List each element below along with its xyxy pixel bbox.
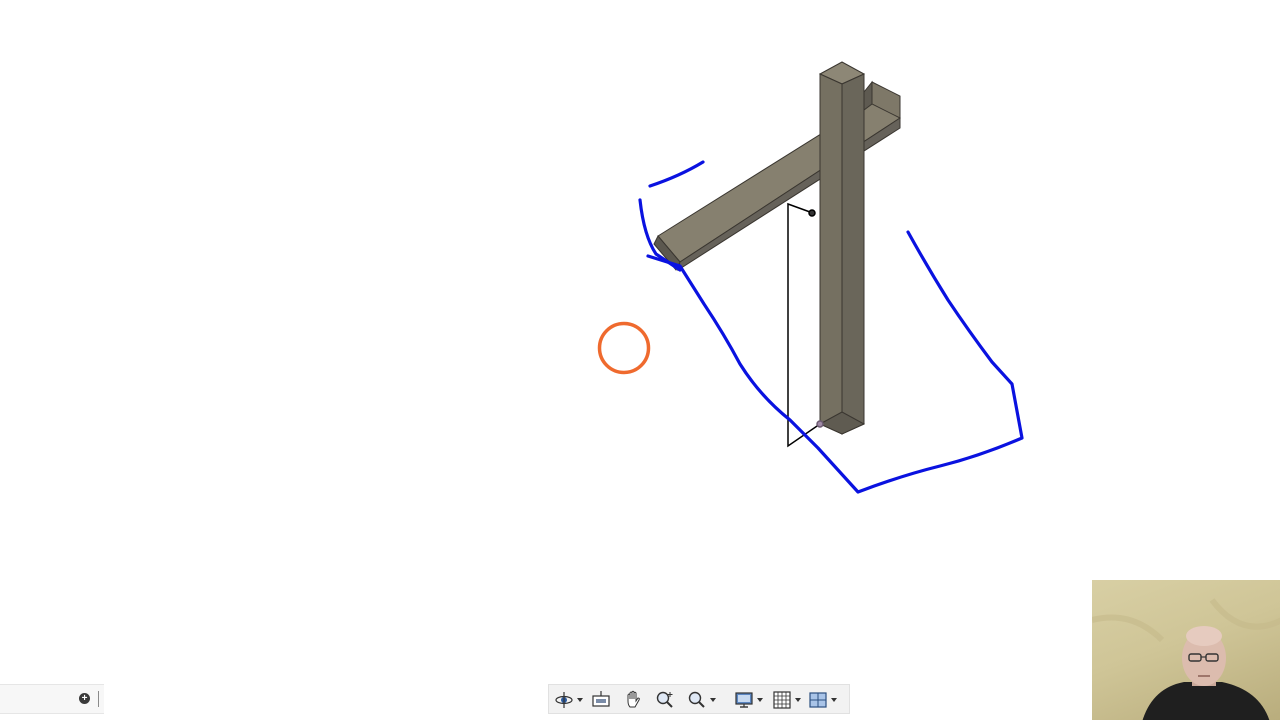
sketch-profile[interactable] — [787, 202, 824, 448]
orbit-icon — [554, 692, 573, 708]
viewports-icon — [808, 692, 827, 708]
zoom-icon — [656, 691, 673, 708]
chevron-down-icon — [576, 698, 583, 702]
zoom-window-button[interactable] — [683, 688, 719, 712]
orbit-button[interactable] — [551, 688, 585, 712]
model-viewport[interactable] — [0, 0, 1280, 720]
presenter-webcam — [1090, 578, 1280, 720]
separator — [98, 691, 99, 707]
navigation-toolbar — [548, 684, 850, 714]
pan-hand-icon — [627, 690, 640, 708]
viewports-button[interactable] — [805, 688, 839, 712]
vertical-column[interactable] — [818, 61, 866, 435]
add-circle-icon[interactable]: + — [79, 693, 90, 704]
chevron-down-icon — [794, 698, 801, 702]
display-settings-icon — [734, 692, 753, 708]
zoom-window-icon — [688, 691, 705, 708]
chevron-down-icon — [709, 698, 716, 702]
look-at-button[interactable] — [589, 688, 613, 712]
viewport-canvas — [597, 61, 1024, 494]
display-settings-button[interactable] — [731, 688, 765, 712]
sketch-point-top[interactable] — [808, 209, 816, 217]
grid-icon — [772, 691, 791, 709]
chevron-down-icon — [756, 698, 763, 702]
browser-strip: + — [0, 684, 104, 714]
presenter-video-icon — [1092, 598, 1280, 720]
chevron-down-icon — [830, 698, 837, 702]
zoom-button[interactable] — [653, 688, 677, 712]
sketch-point-bottom[interactable] — [816, 420, 824, 428]
pan-button[interactable] — [621, 688, 645, 712]
grid-button[interactable] — [769, 688, 803, 712]
pointer-highlight-icon — [597, 321, 651, 375]
look-at-icon — [592, 691, 610, 707]
